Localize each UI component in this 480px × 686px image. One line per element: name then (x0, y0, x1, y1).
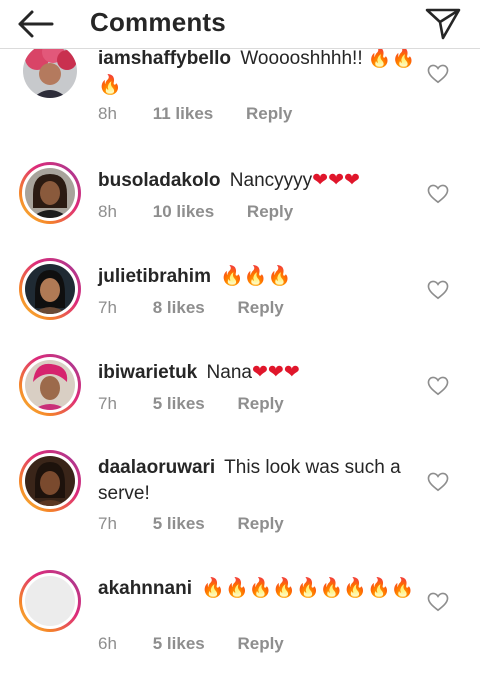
comment-time: 8h (98, 202, 117, 221)
fire-emoji: 🔥 (220, 265, 244, 287)
avatar[interactable] (19, 258, 81, 320)
avatar-image (25, 264, 75, 314)
comment-likes-count[interactable]: 5 likes (153, 394, 205, 414)
reply-button[interactable]: Reply (247, 202, 293, 222)
fire-emoji: 🔥 (391, 47, 416, 69)
comment-meta: 7h 5 likes Reply (98, 394, 284, 414)
comment-likes-count[interactable]: 10 likes (153, 202, 214, 222)
comment-body: 🔥🔥🔥 (220, 265, 292, 287)
fire-emoji: 🔥 (367, 47, 392, 69)
avatar[interactable] (19, 40, 81, 102)
avatar-image (25, 576, 75, 626)
comment-likes-count[interactable]: 8 likes (153, 298, 205, 318)
avatar[interactable] (19, 570, 81, 632)
fire-emoji: 🔥 (98, 74, 122, 96)
comment-meta: 7h 8 likes Reply (98, 298, 284, 318)
fire-emoji: 🔥 (201, 577, 225, 599)
comment-time: 7h (98, 298, 117, 317)
avatar-image (25, 168, 75, 218)
paper-plane-icon[interactable] (423, 4, 463, 42)
comment-likes-count[interactable]: 5 likes (153, 634, 205, 654)
avatar-image (25, 456, 75, 506)
heart-outline-icon[interactable] (427, 472, 449, 492)
comment-likes-count[interactable]: 5 likes (153, 514, 205, 534)
reply-button[interactable]: Reply (237, 634, 283, 654)
heart-outline-icon[interactable] (427, 592, 449, 612)
comment-meta: 8h 10 likes Reply (98, 202, 293, 222)
reply-button[interactable]: Reply (237, 514, 283, 534)
red-heart-emoji: ❤ (283, 361, 300, 383)
fire-emoji: 🔥 (343, 577, 367, 599)
comment-time: 7h (98, 394, 117, 413)
header-bar: Comments (0, 0, 480, 49)
comment-text: iamshaffybello Wooooshhhh!! 🔥🔥🔥 (98, 45, 416, 99)
heart-outline-icon[interactable] (427, 184, 449, 204)
comment-body: Nancyyyy❤❤❤ (229, 169, 360, 191)
avatar[interactable] (19, 354, 81, 416)
avatar-image (23, 44, 77, 98)
red-heart-emoji: ❤ (328, 169, 344, 191)
comment-username[interactable]: akahnnani (98, 578, 192, 599)
fire-emoji: 🔥 (390, 577, 415, 599)
avatar[interactable] (19, 450, 81, 512)
comment-username[interactable]: ibiwarietuk (98, 362, 197, 383)
fire-emoji: 🔥 (272, 577, 296, 599)
fire-emoji: 🔥 (224, 577, 249, 599)
fire-emoji: 🔥 (267, 265, 292, 287)
red-heart-emoji: ❤ (252, 361, 268, 383)
fire-emoji: 🔥 (319, 577, 344, 599)
fire-emoji: 🔥 (366, 577, 391, 599)
comment-time: 7h (98, 514, 117, 533)
heart-outline-icon[interactable] (427, 376, 449, 396)
reply-button[interactable]: Reply (246, 104, 292, 124)
comment-text: ibiwarietuk Nana❤❤❤ (98, 359, 416, 386)
page-title: Comments (90, 7, 226, 37)
comment-body: Nana❤❤❤ (206, 361, 300, 383)
fire-emoji: 🔥 (248, 577, 273, 599)
comment-username[interactable]: julietibrahim (98, 266, 211, 287)
comment-time: 6h (98, 634, 117, 653)
comment-time: 8h (98, 104, 117, 123)
reply-button[interactable]: Reply (237, 394, 283, 414)
comment-text: busoladakolo Nancyyyy❤❤❤ (98, 167, 416, 194)
fire-emoji: 🔥 (243, 265, 268, 287)
avatar[interactable] (19, 162, 81, 224)
fire-emoji: 🔥 (295, 577, 320, 599)
comment-username[interactable]: daalaoruwari (98, 457, 215, 478)
comment-username[interactable]: iamshaffybello (98, 48, 231, 69)
heart-outline-icon[interactable] (427, 64, 449, 84)
comment-meta: 7h 5 likes Reply (98, 514, 284, 534)
arrow-left-icon[interactable] (14, 6, 58, 42)
comment-body: 🔥🔥🔥🔥🔥🔥🔥🔥🔥 (201, 577, 415, 599)
comment-text: julietibrahim 🔥🔥🔥 (98, 263, 416, 290)
avatar-image (25, 360, 75, 410)
comment-meta: 8h 11 likes Reply (98, 104, 292, 124)
comment-username[interactable]: busoladakolo (98, 170, 220, 191)
heart-outline-icon[interactable] (427, 280, 449, 300)
red-heart-emoji: ❤ (312, 169, 329, 191)
comment-text: akahnnani 🔥🔥🔥🔥🔥🔥🔥🔥🔥 (98, 575, 416, 602)
comment-text: daalaoruwari This look was such a serve! (98, 455, 416, 507)
red-heart-emoji: ❤ (343, 169, 360, 191)
comment-meta: 6h 5 likes Reply (98, 634, 284, 654)
reply-button[interactable]: Reply (237, 298, 283, 318)
comment-likes-count[interactable]: 11 likes (153, 104, 214, 124)
red-heart-emoji: ❤ (267, 361, 284, 383)
